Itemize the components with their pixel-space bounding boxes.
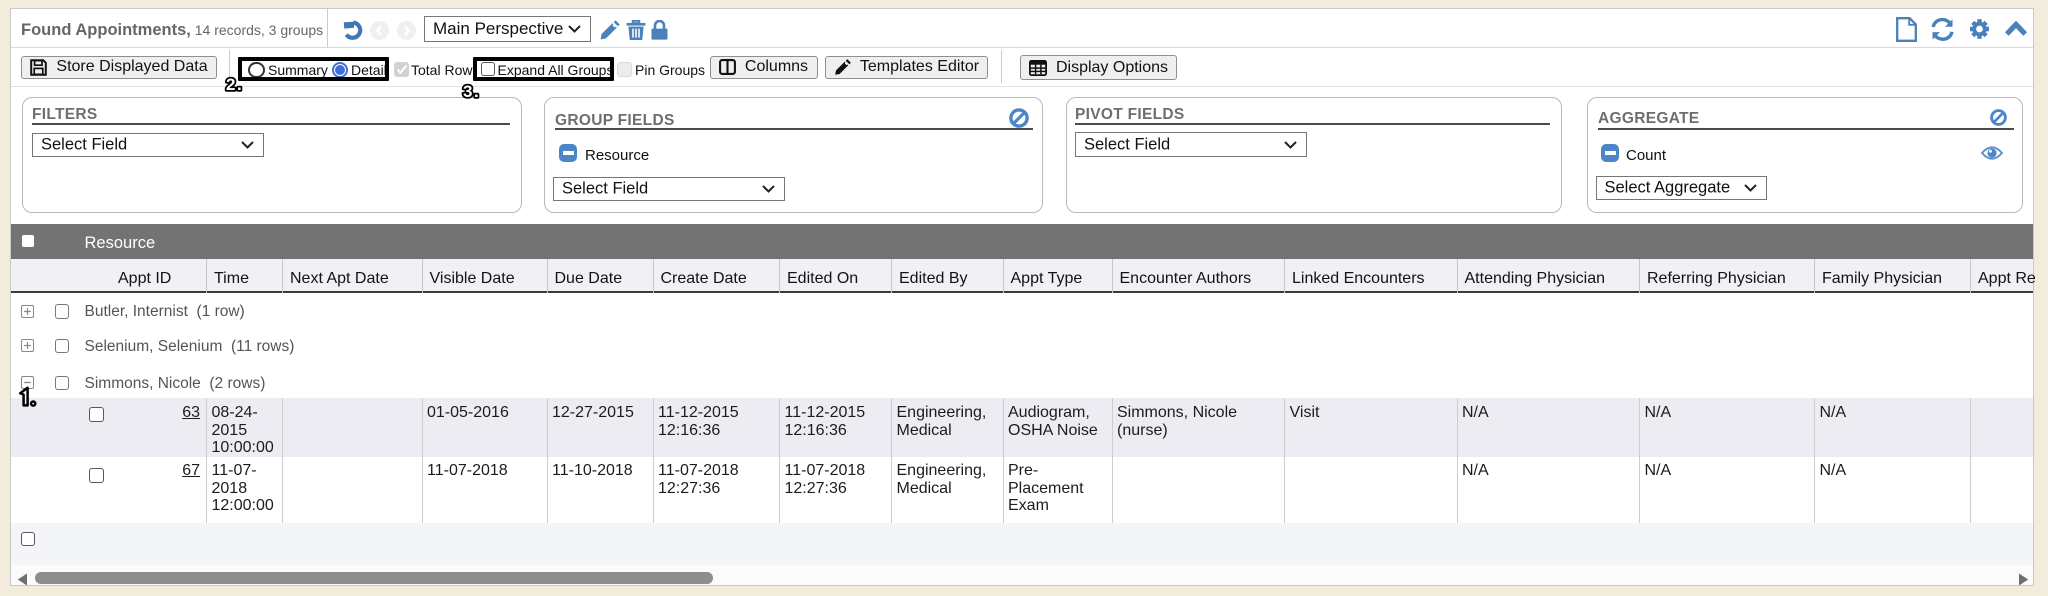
svg-text:3.: 3. xyxy=(463,82,479,101)
